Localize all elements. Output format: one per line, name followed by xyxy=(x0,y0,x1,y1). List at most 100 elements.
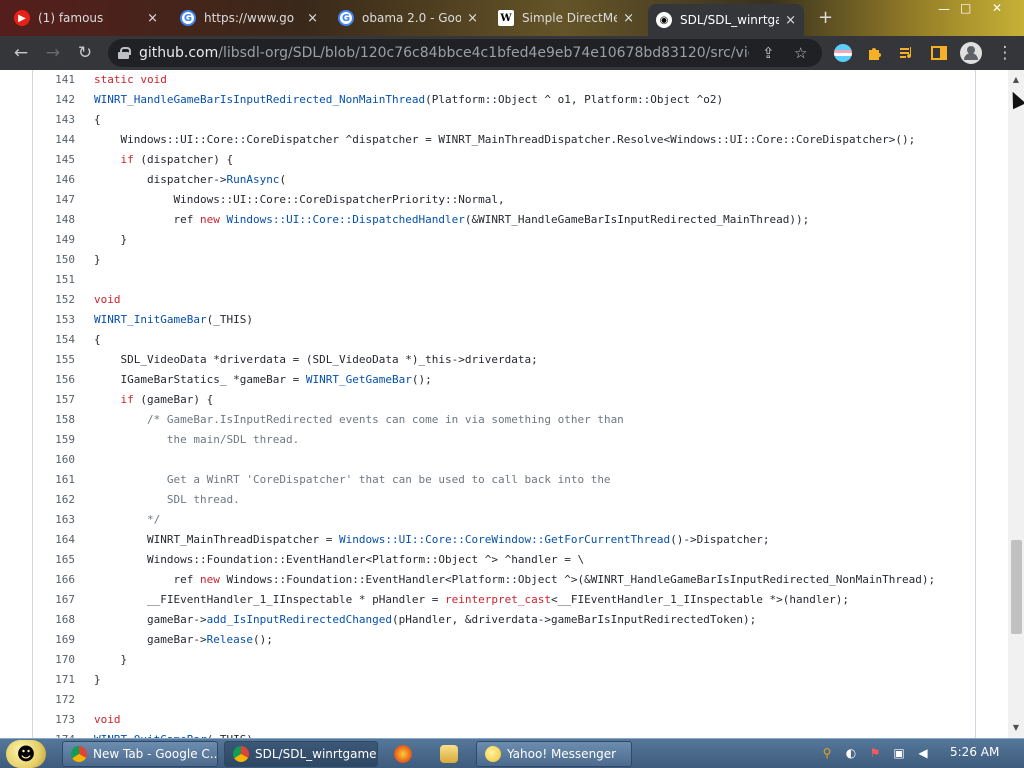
tab-title: SDL/SDL_winrtga xyxy=(680,13,780,27)
forward-button[interactable]: → xyxy=(42,42,64,64)
taskbar-item-label: Yahoo! Messenger xyxy=(507,747,617,761)
reload-button[interactable]: ↻ xyxy=(74,42,96,64)
tab-title: Simple DirectMe xyxy=(522,11,618,25)
line-number[interactable]: 150 xyxy=(33,250,94,270)
volume-icon[interactable]: ◀ xyxy=(916,746,930,760)
line-number[interactable]: 141 xyxy=(33,70,94,90)
media-control-icon[interactable] xyxy=(898,44,916,62)
display-icon[interactable]: ▣ xyxy=(892,746,906,760)
lock-icon[interactable] xyxy=(118,47,131,59)
line-number[interactable]: 142 xyxy=(33,90,94,110)
start-button[interactable]: ☻ xyxy=(6,740,46,768)
line-number[interactable]: 170 xyxy=(33,650,94,670)
line-number[interactable]: 161 xyxy=(33,470,94,490)
line-number[interactable]: 164 xyxy=(33,530,94,550)
code-line: 152 void xyxy=(33,290,973,310)
page-scrollbar[interactable]: ▲ ▼ xyxy=(1008,70,1024,738)
extension-flag-icon[interactable] xyxy=(834,44,852,62)
browser-tab-youtube[interactable]: ▶ (1) famous × xyxy=(6,4,166,32)
line-number[interactable]: 147 xyxy=(33,190,94,210)
google-icon: G xyxy=(180,10,196,26)
line-number[interactable]: 172 xyxy=(33,690,94,710)
line-number[interactable]: 151 xyxy=(33,270,94,290)
line-number[interactable]: 157 xyxy=(33,390,94,410)
line-number[interactable]: 168 xyxy=(33,610,94,630)
bookmark-star-icon[interactable]: ☆ xyxy=(794,44,807,62)
code-line: 143{ xyxy=(33,110,973,130)
taskbar-item-new-tab[interactable]: New Tab - Google C... xyxy=(62,741,218,767)
line-number[interactable]: 163 xyxy=(33,510,94,530)
line-code: void xyxy=(94,713,121,726)
line-number[interactable]: 153 xyxy=(33,310,94,330)
line-code: } xyxy=(94,253,101,266)
search-icon[interactable]: ⚲ xyxy=(820,746,834,760)
line-number[interactable]: 174 xyxy=(33,730,94,738)
extensions-puzzle-icon[interactable] xyxy=(866,44,884,62)
taskbar-item-yahoo-messenger[interactable]: Yahoo! Messenger xyxy=(476,741,632,767)
code-line: 159 the main/SDL thread. xyxy=(33,430,973,450)
scroll-up-arrow-icon[interactable]: ▲ xyxy=(1008,72,1024,88)
line-number[interactable]: 171 xyxy=(33,670,94,690)
minimize-button[interactable]: — xyxy=(938,2,950,16)
line-number[interactable]: 156 xyxy=(33,370,94,390)
scrollbar-thumb[interactable] xyxy=(1011,540,1022,634)
new-tab-button[interactable]: + xyxy=(818,7,833,28)
line-number[interactable]: 158 xyxy=(33,410,94,430)
share-icon[interactable]: ⇪ xyxy=(762,44,775,62)
line-number[interactable]: 155 xyxy=(33,350,94,370)
network-status-icon[interactable]: ◐ xyxy=(844,746,858,760)
line-number[interactable]: 148 xyxy=(33,210,94,230)
browser-tab-github-active[interactable]: ◉ SDL/SDL_winrtga × xyxy=(648,4,804,36)
google-icon: G xyxy=(338,10,354,26)
close-window-button[interactable]: ✕ xyxy=(992,1,1002,15)
line-code: IGameBarStatics_ *gameBar = WINRT_GetGam… xyxy=(94,373,432,386)
line-number[interactable]: 144 xyxy=(33,130,94,150)
code-line: 145 if (dispatcher) { xyxy=(33,150,973,170)
side-panel-icon[interactable] xyxy=(930,44,948,62)
code-line: 144 Windows::UI::Core::CoreDispatcher ^d… xyxy=(33,130,973,150)
close-icon[interactable]: × xyxy=(467,11,478,26)
folder-icon[interactable] xyxy=(440,745,458,763)
code-line: 171} xyxy=(33,670,973,690)
code-line: 172 xyxy=(33,690,973,710)
line-number[interactable]: 146 xyxy=(33,170,94,190)
browser-menu-icon[interactable]: ⋮ xyxy=(994,42,1016,64)
taskbar-item-sdl-github[interactable]: SDL/SDL_winrtgame... xyxy=(224,741,378,767)
taskbar-clock: 5:26 AM xyxy=(950,745,1000,759)
security-alert-icon[interactable]: ⚑ xyxy=(868,746,882,760)
url-text[interactable]: github.com/libsdl-org/SDL/blob/120c76c84… xyxy=(139,45,749,61)
line-number[interactable]: 154 xyxy=(33,330,94,350)
line-number[interactable]: 160 xyxy=(33,450,94,470)
line-number[interactable]: 143 xyxy=(33,110,94,130)
profile-avatar-icon[interactable] xyxy=(960,42,982,64)
line-number[interactable]: 152 xyxy=(33,290,94,310)
code-line: 173 void xyxy=(33,710,973,730)
windows-taskbar: ☻ New Tab - Google C... SDL/SDL_winrtgam… xyxy=(0,738,1024,768)
close-icon[interactable]: × xyxy=(623,11,634,26)
line-number[interactable]: 169 xyxy=(33,630,94,650)
close-icon[interactable]: × xyxy=(785,13,796,28)
firefox-icon[interactable] xyxy=(394,745,412,763)
line-number[interactable]: 166 xyxy=(33,570,94,590)
scroll-down-arrow-icon[interactable]: ▼ xyxy=(1008,720,1024,736)
line-number[interactable]: 165 xyxy=(33,550,94,570)
line-number[interactable]: 167 xyxy=(33,590,94,610)
browser-tab-google-url[interactable]: G https://www.go × xyxy=(172,4,326,32)
back-button[interactable]: ← xyxy=(10,42,32,64)
address-bar[interactable]: github.com/libsdl-org/SDL/blob/120c76c84… xyxy=(108,39,822,67)
line-number[interactable]: 159 xyxy=(33,430,94,450)
browser-tab-google-search[interactable]: G obama 2.0 - Goo × xyxy=(330,4,486,32)
line-code: gameBar->Release(); xyxy=(94,633,273,646)
line-number[interactable]: 173 xyxy=(33,710,94,730)
line-number[interactable]: 162 xyxy=(33,490,94,510)
browser-tab-wikipedia[interactable]: W Simple DirectMe × xyxy=(490,4,642,32)
line-code: Get a WinRT 'CoreDispatcher' that can be… xyxy=(94,473,611,486)
line-number[interactable]: 149 xyxy=(33,230,94,250)
maximize-button[interactable]: □ xyxy=(960,1,971,15)
line-number[interactable]: 145 xyxy=(33,150,94,170)
line-code: ref new Windows::Foundation::EventHandle… xyxy=(94,573,936,586)
code-line: 151 xyxy=(33,270,973,290)
close-icon[interactable]: × xyxy=(147,11,158,26)
close-icon[interactable]: × xyxy=(307,11,318,26)
code-line: 155 SDL_VideoData *driverdata = (SDL_Vid… xyxy=(33,350,973,370)
